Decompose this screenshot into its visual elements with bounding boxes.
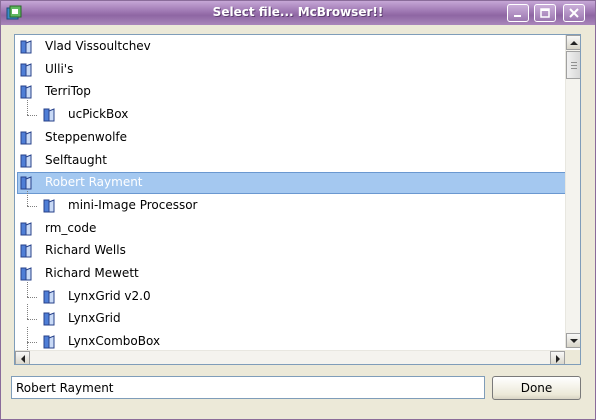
title-bar[interactable]: Select file... McBrowser!! xyxy=(1,1,595,25)
folder-icon xyxy=(42,311,58,327)
window-title: Select file... McBrowser!! xyxy=(212,5,384,19)
horizontal-scrollbar[interactable] xyxy=(15,350,565,364)
folder-icon xyxy=(42,107,58,123)
tree-item-label: rm_code xyxy=(45,220,97,235)
folder-icon xyxy=(19,153,35,169)
tree-item[interactable]: LynxGrid xyxy=(15,304,566,330)
done-button[interactable]: Done xyxy=(492,376,581,400)
tree-item-label: Selftaught xyxy=(45,152,107,167)
folder-icon xyxy=(19,221,35,237)
tree-item-label: TerriTop xyxy=(45,84,91,99)
folder-icon xyxy=(42,334,58,350)
tree-item-label: ucPickBox xyxy=(68,107,129,122)
tree-item-label: Robert Rayment xyxy=(45,175,143,190)
tree-item[interactable]: Ulli's xyxy=(15,59,566,81)
scroll-right-button[interactable] xyxy=(550,351,565,364)
maximize-button[interactable] xyxy=(534,4,556,22)
maximize-icon xyxy=(540,8,550,18)
folder-icon xyxy=(42,198,58,214)
tree-item[interactable]: LynxGrid v2.0 xyxy=(15,281,566,308)
scroll-thumb[interactable] xyxy=(566,51,580,79)
folder-icon xyxy=(19,62,35,78)
folder-tree[interactable]: Vlad Vissoultchev Ulli's TerriTop ucPickBox… xyxy=(14,34,581,365)
minimize-icon xyxy=(514,15,521,17)
tree-item-label: Ulli's xyxy=(45,61,74,76)
tree-item[interactable]: rm_code xyxy=(15,218,566,240)
arrow-up-icon xyxy=(569,40,578,45)
minimize-button[interactable] xyxy=(507,4,529,22)
tree-item-label: Richard Wells xyxy=(45,243,126,258)
scroll-left-button[interactable] xyxy=(15,351,30,364)
vertical-scrollbar[interactable] xyxy=(565,35,580,348)
tree-item[interactable]: Vlad Vissoultchev xyxy=(15,36,566,58)
folder-icon xyxy=(19,243,35,259)
tree-item-label: Richard Mewett xyxy=(45,266,139,280)
folder-icon xyxy=(19,84,35,100)
tree-item-label: Vlad Vissoultchev xyxy=(45,39,151,53)
tree-item[interactable]: Steppenwolfe xyxy=(15,127,566,149)
tree-item[interactable]: Selftaught xyxy=(15,150,566,172)
folder-icon xyxy=(19,39,35,55)
tree-item[interactable]: Robert Rayment xyxy=(15,172,566,195)
folder-icon xyxy=(19,175,35,191)
file-picker-window: Select file... McBrowser!! Vlad Vissoult… xyxy=(0,0,596,420)
folder-icon xyxy=(19,266,35,282)
tree-item[interactable]: Richard Wells xyxy=(15,240,566,262)
scroll-down-button[interactable] xyxy=(566,333,580,348)
tree-item-label: LynxGrid xyxy=(68,311,121,326)
tree-item-label: LynxGrid v2.0 xyxy=(68,288,151,303)
tree-item[interactable]: mini-Image Processor xyxy=(15,190,566,217)
folder-icon xyxy=(42,289,58,305)
tree-item-label: LynxComboBox xyxy=(68,334,161,349)
scroll-corner xyxy=(565,350,580,364)
scroll-up-button[interactable] xyxy=(566,35,580,50)
tree-item[interactable]: Richard Mewett xyxy=(15,263,566,285)
tree-item-label: Steppenwolfe xyxy=(45,129,128,144)
arrow-down-icon xyxy=(569,338,578,343)
tree-item-label: mini-Image Processor xyxy=(68,197,198,212)
tree-item[interactable]: ucPickBox xyxy=(15,100,566,126)
close-button[interactable] xyxy=(563,4,585,22)
arrow-right-icon xyxy=(555,354,560,363)
arrow-left-icon xyxy=(20,354,25,363)
selected-path-input[interactable] xyxy=(11,376,485,399)
folder-icon xyxy=(19,130,35,146)
close-icon xyxy=(569,8,579,18)
tree-item[interactable]: TerriTop xyxy=(15,81,566,103)
